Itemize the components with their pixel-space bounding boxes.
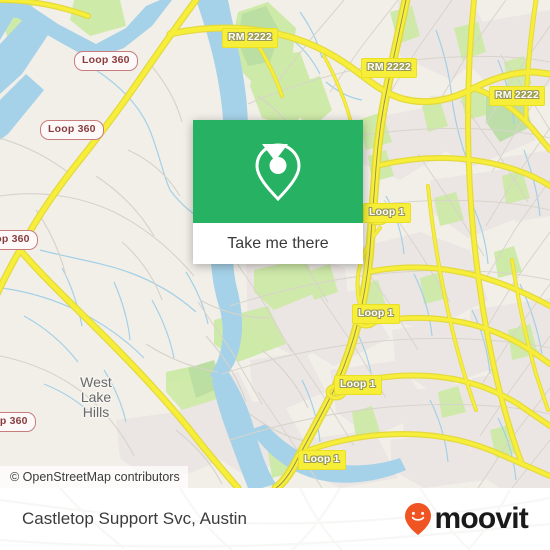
moovit-pin-smile-icon [405, 503, 432, 535]
take-me-there-label: Take me there [227, 234, 329, 252]
osm-attribution-text: © OpenStreetMap contributors [10, 470, 180, 484]
shield-rm-2222-nw[interactable]: RM 2222 [222, 28, 279, 48]
popup-image-area [193, 120, 363, 223]
shield-loop-1-m[interactable]: Loop 1 [352, 304, 400, 324]
moovit-brand[interactable]: moovit [403, 502, 529, 536]
shield-loop-1-sw[interactable]: Loop 1 [298, 450, 346, 470]
footer-place-title: Castletop Support Svc, Austin [22, 509, 247, 528]
shield-rm-2222-n[interactable]: RM 2222 [361, 58, 418, 78]
take-me-there-button[interactable]: Take me there [193, 223, 363, 264]
osm-attribution[interactable]: © OpenStreetMap contributors [0, 466, 188, 488]
shield-loop-1-s[interactable]: Loop 1 [334, 375, 382, 395]
moovit-wordmark: moovit [434, 502, 528, 535]
shield-loop-360-s[interactable]: Loop 360 [0, 412, 36, 432]
map-screen: West Lake Hills RM 2222 RM 2222 RM 2222 … [0, 0, 550, 550]
shield-loop-1-n[interactable]: Loop 1 [363, 203, 411, 223]
footer-content: Castletop Support Svc, Austin moovit [0, 488, 550, 550]
shield-rm-2222-ne[interactable]: RM 2222 [489, 86, 546, 106]
shield-loop-360-sw[interactable]: Loop 360 [0, 230, 38, 250]
take-me-there-popup[interactable]: Take me there [193, 120, 363, 264]
shield-loop-360-n[interactable]: Loop 360 [74, 51, 138, 71]
map-canvas[interactable]: West Lake Hills RM 2222 RM 2222 RM 2222 … [0, 0, 550, 488]
shield-loop-360-w[interactable]: Loop 360 [40, 120, 104, 140]
footer-bar: Castletop Support Svc, Austin moovit [0, 488, 550, 550]
popup-tail [262, 144, 288, 161]
